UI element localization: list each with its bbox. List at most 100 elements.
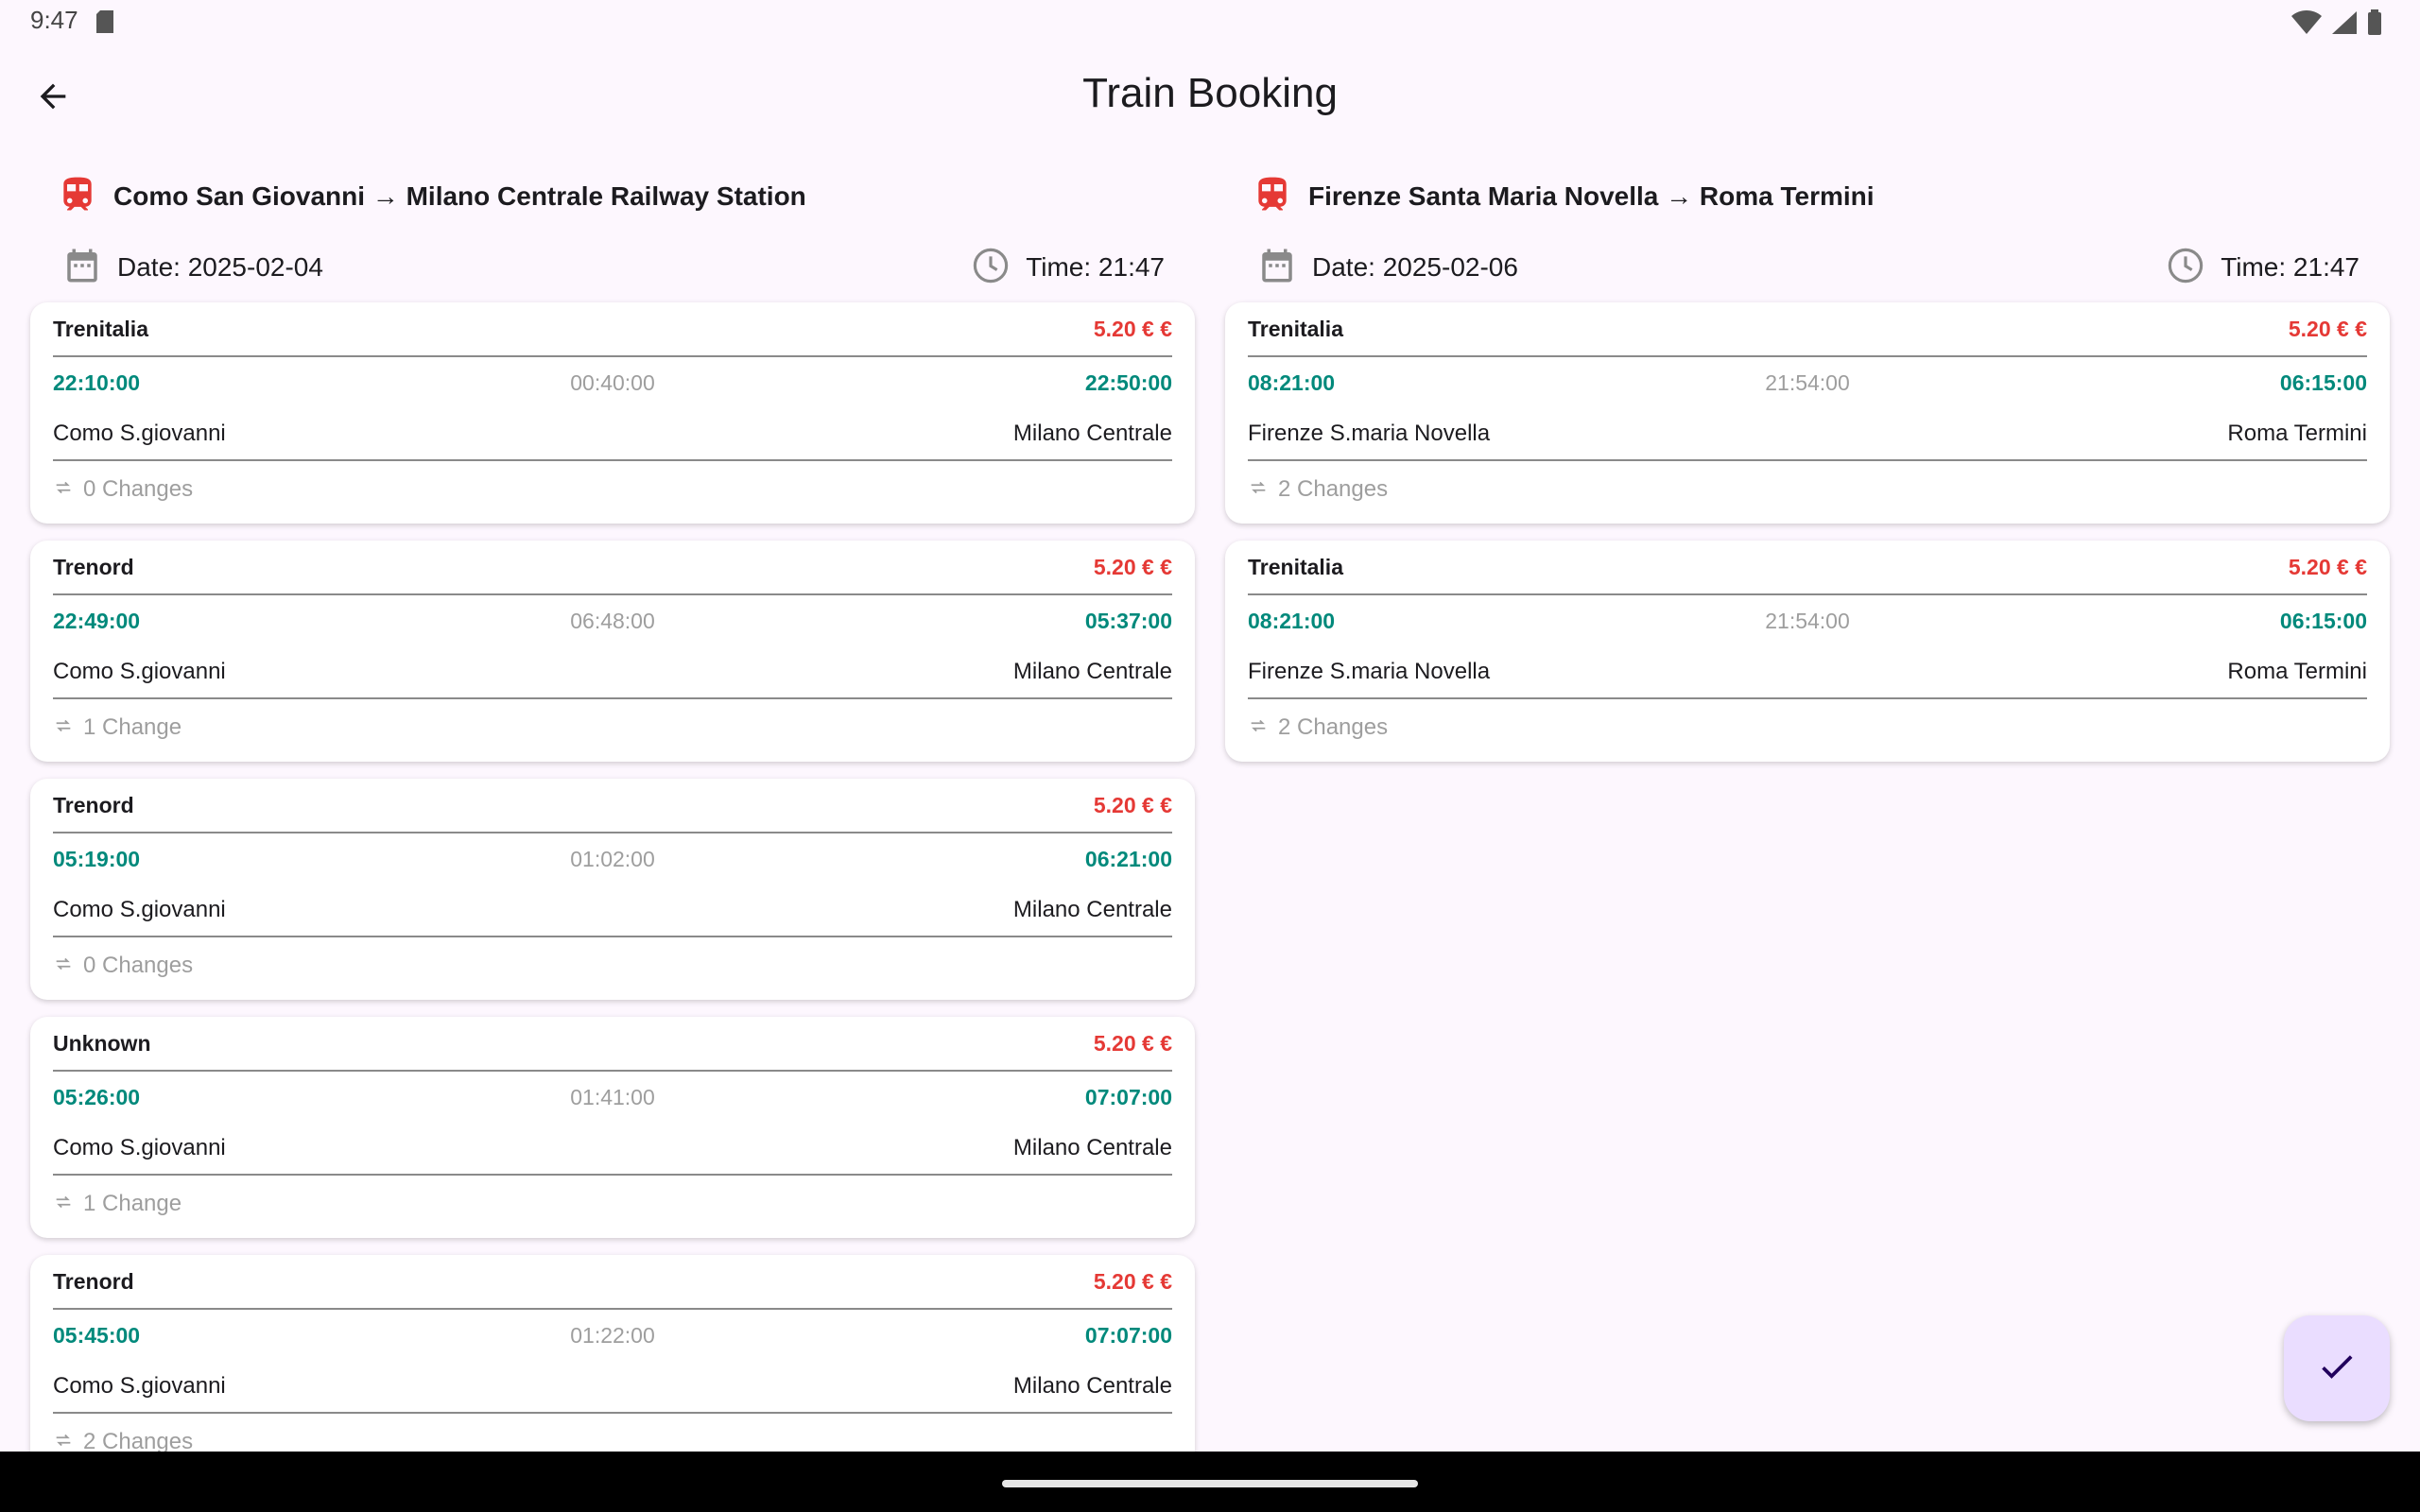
changes-count: 0 Changes bbox=[83, 953, 194, 978]
arrival-station: Milano Centrale bbox=[1012, 1135, 1172, 1160]
swap-arrows-icon bbox=[53, 477, 74, 503]
date-selector[interactable]: Date: 2025-02-04 bbox=[62, 232, 323, 302]
operator-name: Unknown bbox=[53, 1030, 151, 1056]
swap-arrows-icon bbox=[53, 715, 74, 741]
route-title: Firenze Santa Maria Novella → Roma Termi… bbox=[1308, 181, 1875, 211]
arrival-time: 22:50:00 bbox=[1084, 369, 1172, 395]
sd-card-icon bbox=[95, 9, 115, 39]
changes-count: 2 Changes bbox=[1278, 714, 1389, 740]
duration: 01:02:00 bbox=[570, 846, 655, 871]
train-option-card[interactable]: Trenitalia 5.20 € € 22:10:00 00:40:00 22:50… bbox=[30, 302, 1195, 524]
changes-count: 1 Change bbox=[83, 1191, 182, 1216]
departure-station: Como S.giovanni bbox=[53, 1373, 226, 1399]
time-selector[interactable]: Time: 21:47 bbox=[971, 232, 1165, 302]
departure-station: Como S.giovanni bbox=[53, 1135, 226, 1160]
swap-arrows-icon bbox=[53, 1192, 74, 1217]
departure-time: 22:49:00 bbox=[53, 608, 141, 633]
arrival-time: 06:21:00 bbox=[1084, 846, 1172, 871]
status-bar: 9:47 bbox=[0, 0, 2420, 45]
price-label: 5.20 € € bbox=[2288, 554, 2367, 579]
duration: 01:22:00 bbox=[570, 1322, 655, 1348]
arrival-station: Milano Centrale bbox=[1012, 421, 1172, 446]
arrival-time: 06:15:00 bbox=[2279, 369, 2367, 395]
train-option-card[interactable]: Trenitalia 5.20 € € 08:21:00 21:54:00 06:15… bbox=[1225, 302, 2390, 524]
status-time: 9:47 bbox=[30, 6, 78, 34]
app-bar: Train Booking bbox=[0, 53, 2420, 144]
changes-count: 1 Change bbox=[83, 714, 182, 740]
page-title: Train Booking bbox=[1082, 70, 1338, 116]
route-header: Firenze Santa Maria Novella → Roma Termi… bbox=[1225, 157, 2390, 232]
train-option-card[interactable]: Trenord 5.20 € € 22:49:00 06:48:00 05:37:00… bbox=[30, 541, 1195, 762]
train-option-card[interactable]: Unknown 5.20 € € 05:26:00 01:41:00 07:07:00… bbox=[30, 1017, 1195, 1238]
system-nav-bar bbox=[0, 1452, 2420, 1512]
departure-time: 05:45:00 bbox=[53, 1322, 141, 1348]
wifi-icon bbox=[2291, 10, 2322, 40]
duration: 21:54:00 bbox=[1765, 369, 1850, 395]
date-selector[interactable]: Date: 2025-02-06 bbox=[1257, 232, 1518, 302]
status-icons bbox=[2291, 9, 2382, 41]
date-time-row: Date: 2025-02-06 Time: 21:47 bbox=[1225, 232, 2390, 302]
duration: 21:54:00 bbox=[1765, 608, 1850, 633]
departure-station: Firenze S.maria Novella bbox=[1248, 659, 1491, 684]
train-option-card[interactable]: Trenitalia 5.20 € € 08:21:00 21:54:00 06:15… bbox=[1225, 541, 2390, 762]
duration: 01:41:00 bbox=[570, 1084, 655, 1109]
price-label: 5.20 € € bbox=[1093, 792, 1172, 817]
operator-name: Trenitalia bbox=[1248, 554, 1343, 579]
battery-icon bbox=[2367, 9, 2382, 41]
time-label: Time: 21:47 bbox=[2221, 252, 2360, 282]
departure-time: 22:10:00 bbox=[53, 369, 141, 395]
train-options-list: Trenitalia 5.20 € € 08:21:00 21:54:00 06:15… bbox=[1225, 302, 2390, 762]
duration: 06:48:00 bbox=[570, 608, 655, 633]
signal-icon bbox=[2331, 10, 2358, 40]
time-label: Time: 21:47 bbox=[1026, 252, 1165, 282]
departure-station: Como S.giovanni bbox=[53, 897, 226, 922]
home-gesture-handle[interactable] bbox=[1002, 1480, 1418, 1487]
trip-column-1: Como San Giovanni → Milano Centrale Rail… bbox=[30, 157, 1195, 1493]
train-icon bbox=[1252, 174, 1293, 220]
arrival-station: Milano Centrale bbox=[1012, 659, 1172, 684]
swap-arrows-icon bbox=[1248, 477, 1269, 503]
route-header: Como San Giovanni → Milano Centrale Rail… bbox=[30, 157, 1195, 232]
departure-time: 05:26:00 bbox=[53, 1084, 141, 1109]
calendar-icon bbox=[1257, 246, 1297, 290]
date-time-row: Date: 2025-02-04 Time: 21:47 bbox=[30, 232, 1195, 302]
time-selector[interactable]: Time: 21:47 bbox=[2166, 232, 2360, 302]
operator-name: Trenitalia bbox=[1248, 316, 1343, 341]
operator-name: Trenord bbox=[53, 1268, 134, 1294]
swap-arrows-icon bbox=[53, 954, 74, 979]
calendar-icon bbox=[62, 246, 102, 290]
date-label: Date: 2025-02-04 bbox=[117, 252, 323, 282]
arrival-time: 07:07:00 bbox=[1084, 1084, 1172, 1109]
trip-column-2: Firenze Santa Maria Novella → Roma Termi… bbox=[1225, 157, 2390, 779]
train-option-card[interactable]: Trenord 5.20 € € 05:45:00 01:22:00 07:07:00… bbox=[30, 1255, 1195, 1476]
arrival-time: 07:07:00 bbox=[1084, 1322, 1172, 1348]
arrival-time: 05:37:00 bbox=[1084, 608, 1172, 633]
changes-count: 0 Changes bbox=[83, 476, 194, 502]
date-label: Date: 2025-02-06 bbox=[1312, 252, 1518, 282]
arrival-station: Milano Centrale bbox=[1012, 897, 1172, 922]
departure-time: 05:19:00 bbox=[53, 846, 141, 871]
confirm-fab[interactable] bbox=[2284, 1315, 2390, 1421]
price-label: 5.20 € € bbox=[1093, 1030, 1172, 1056]
train-option-card[interactable]: Trenord 5.20 € € 05:19:00 01:02:00 06:21:00… bbox=[30, 779, 1195, 1000]
arrival-time: 06:15:00 bbox=[2279, 608, 2367, 633]
train-options-list: Trenitalia 5.20 € € 22:10:00 00:40:00 22:50… bbox=[30, 302, 1195, 1476]
changes-count: 2 Changes bbox=[1278, 476, 1389, 502]
clock-icon bbox=[971, 246, 1011, 290]
clock-icon bbox=[2166, 246, 2205, 290]
operator-name: Trenord bbox=[53, 792, 134, 817]
departure-station: Como S.giovanni bbox=[53, 659, 226, 684]
arrival-station: Roma Termini bbox=[2227, 421, 2367, 446]
route-title: Como San Giovanni → Milano Centrale Rail… bbox=[113, 181, 806, 211]
arrival-station: Roma Termini bbox=[2227, 659, 2367, 684]
duration: 00:40:00 bbox=[570, 369, 655, 395]
departure-station: Como S.giovanni bbox=[53, 421, 226, 446]
check-icon bbox=[2316, 1346, 2358, 1392]
swap-arrows-icon bbox=[1248, 715, 1269, 741]
price-label: 5.20 € € bbox=[1093, 554, 1172, 579]
operator-name: Trenitalia bbox=[53, 316, 148, 341]
price-label: 5.20 € € bbox=[2288, 316, 2367, 341]
operator-name: Trenord bbox=[53, 554, 134, 579]
price-label: 5.20 € € bbox=[1093, 1268, 1172, 1294]
departure-station: Firenze S.maria Novella bbox=[1248, 421, 1491, 446]
